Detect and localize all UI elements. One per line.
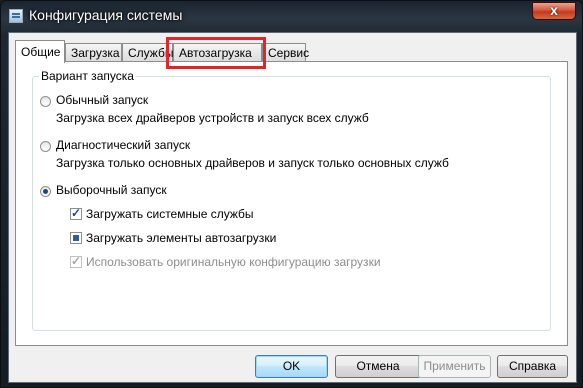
load-system-services-checkbox[interactable] [70,206,82,220]
help-button[interactable]: Справка [497,355,568,378]
selective-startup-label[interactable]: Выборочный запуск [56,183,167,197]
title-bar[interactable]: Конфигурация системы x [1,1,582,33]
use-original-boot-config-checkbox [70,254,82,268]
diagnostic-startup-description: Загрузка только основных драйверов и зап… [56,156,449,170]
close-icon: x [550,2,558,18]
load-startup-items-checkbox[interactable] [70,232,82,244]
use-original-boot-config-label: Использовать оригинальную конфигурацию з… [86,255,381,269]
ok-button[interactable]: OK [255,355,328,378]
diagnostic-startup-radio[interactable] [40,141,51,152]
startup-selection-group: Вариант запуска Обычный запуск Загрузка … [32,69,551,331]
dialog-client-area: Общие Загрузка Службы Автозагрузка Серви… [8,32,577,383]
normal-startup-label[interactable]: Обычный запуск [56,93,148,107]
msconfig-app-icon [9,9,23,23]
close-button[interactable]: x [532,2,576,20]
load-startup-items-label[interactable]: Загружать элементы автозагрузки [86,231,276,245]
general-tab-panel: Вариант запуска Обычный запуск Загрузка … [15,61,568,346]
startup-tab-highlight-frame [166,37,266,69]
tab-general[interactable]: Общие [15,40,65,63]
selective-startup-radio[interactable] [40,186,51,197]
normal-startup-radio[interactable] [40,96,51,107]
diagnostic-startup-label[interactable]: Диагностический запуск [56,138,190,152]
apply-button: Применить [418,355,491,378]
system-configuration-window: Конфигурация системы x Общие Загрузка Сл… [0,0,583,388]
startup-selection-group-label: Вариант запуска [39,69,136,83]
tab-tools[interactable]: Сервис [262,43,309,61]
normal-startup-description: Загрузка всех драйверов устройств и запу… [56,111,369,125]
cancel-button[interactable]: Отмена [335,355,421,378]
load-system-services-label[interactable]: Загружать системные службы [86,207,254,221]
window-title: Конфигурация системы [29,7,183,23]
tab-boot[interactable]: Загрузка [65,43,122,61]
